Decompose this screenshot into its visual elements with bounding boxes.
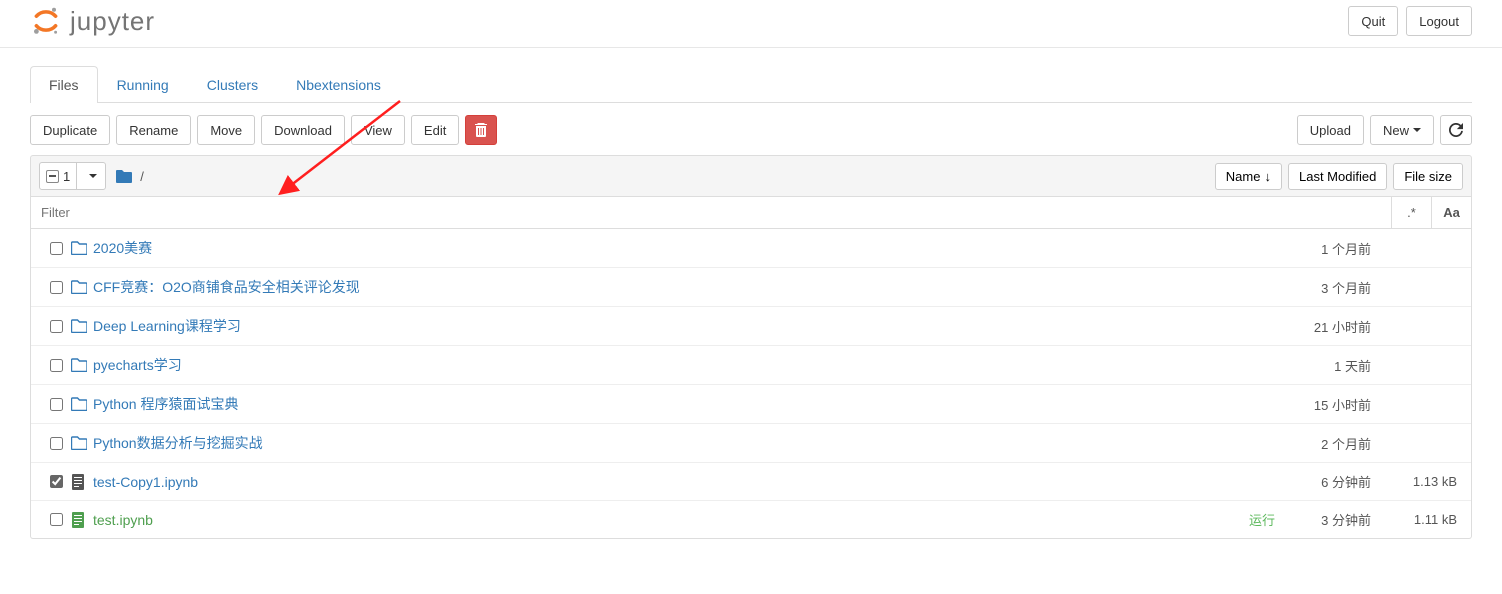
file-name-link[interactable]: Deep Learning课程学习	[93, 316, 1221, 336]
edit-button[interactable]: Edit	[411, 115, 459, 145]
file-checkbox[interactable]	[50, 475, 63, 488]
header-buttons: Quit Logout	[1348, 6, 1472, 36]
notebook-icon	[71, 512, 93, 528]
logout-button[interactable]: Logout	[1406, 6, 1472, 36]
file-checkbox[interactable]	[50, 242, 63, 255]
move-button[interactable]: Move	[197, 115, 255, 145]
file-row: test-Copy1.ipynb 6 分钟前1.13 kB	[31, 463, 1471, 501]
caret-down-icon	[1413, 128, 1421, 132]
caret-down-icon	[89, 174, 97, 178]
tabs-bar: FilesRunningClustersNbextensions	[30, 66, 1472, 103]
tab-clusters[interactable]: Clusters	[188, 66, 277, 103]
file-checkbox[interactable]	[50, 398, 63, 411]
file-modified: 3 分钟前	[1281, 510, 1371, 529]
refresh-icon	[1449, 123, 1463, 137]
case-toggle-button[interactable]: Aa	[1431, 197, 1471, 228]
folder-icon	[71, 319, 93, 333]
file-row: CFF竞赛：O2O商铺食品安全相关评论发现 3 个月前	[31, 268, 1471, 307]
tab-files[interactable]: Files	[30, 66, 98, 103]
file-name-link[interactable]: Python 程序猿面试宝典	[93, 394, 1221, 414]
file-modified: 1 天前	[1281, 356, 1371, 375]
folder-icon	[71, 358, 93, 372]
file-modified: 21 小时前	[1281, 317, 1371, 336]
file-name-link[interactable]: pyecharts学习	[93, 355, 1221, 375]
file-row: pyecharts学习 1 天前	[31, 346, 1471, 385]
new-dropdown-button[interactable]: New	[1370, 115, 1434, 145]
file-size: 1.13 kB	[1371, 474, 1461, 489]
breadcrumb-separator: /	[140, 169, 144, 184]
regex-toggle-button[interactable]: .*	[1391, 197, 1431, 228]
view-button[interactable]: View	[351, 115, 405, 145]
delete-button[interactable]	[465, 115, 497, 145]
new-label: New	[1383, 123, 1409, 138]
folder-icon	[71, 397, 93, 411]
file-checkbox[interactable]	[50, 437, 63, 450]
quit-button[interactable]: Quit	[1348, 6, 1398, 36]
folder-icon	[71, 280, 93, 294]
tab-nbextensions[interactable]: Nbextensions	[277, 66, 400, 103]
indeterminate-checkbox-icon	[46, 170, 59, 183]
breadcrumb[interactable]: /	[116, 169, 146, 184]
sort-down-icon: ↓	[1264, 169, 1271, 184]
action-toolbar: Duplicate Rename Move Download View Edit…	[30, 115, 1472, 145]
file-row: test.ipynb运行3 分钟前1.11 kB	[31, 501, 1471, 538]
trash-icon	[475, 123, 487, 137]
file-modified: 2 个月前	[1281, 434, 1371, 453]
file-modified: 3 个月前	[1281, 278, 1371, 297]
jupyter-brand-text: jupyter	[70, 6, 155, 37]
filter-row: .* Aa	[30, 197, 1472, 229]
file-row: Python 程序猿面试宝典 15 小时前	[31, 385, 1471, 424]
refresh-button[interactable]	[1440, 115, 1472, 145]
file-modified: 6 分钟前	[1281, 472, 1371, 491]
file-modified: 1 个月前	[1281, 239, 1371, 258]
file-row: Deep Learning课程学习 21 小时前	[31, 307, 1471, 346]
download-button[interactable]: Download	[261, 115, 345, 145]
file-name-link[interactable]: CFF竞赛：O2O商铺食品安全相关评论发现	[93, 277, 1221, 297]
file-list: 2020美赛 1 个月前 CFF竞赛：O2O商铺食品安全相关评论发现 3 个月前 Dee…	[30, 229, 1472, 539]
file-name-link[interactable]: test.ipynb	[93, 512, 1221, 528]
file-row: 2020美赛 1 个月前	[31, 229, 1471, 268]
rename-button[interactable]: Rename	[116, 115, 191, 145]
file-size: 1.11 kB	[1371, 512, 1461, 527]
sort-name-button[interactable]: Name ↓	[1215, 163, 1282, 190]
select-all-dropdown[interactable]: 1	[39, 162, 106, 190]
header-bar: jupyter Quit Logout	[0, 0, 1502, 48]
file-name-link[interactable]: test-Copy1.ipynb	[93, 474, 1221, 490]
jupyter-logo[interactable]: jupyter	[30, 5, 155, 37]
list-header: 1 / Name ↓ Last Modified File size	[30, 155, 1472, 197]
file-checkbox[interactable]	[50, 359, 63, 372]
folder-home-icon	[116, 169, 132, 183]
file-name-link[interactable]: Python数据分析与挖掘实战	[93, 433, 1221, 453]
file-checkbox[interactable]	[50, 513, 63, 526]
jupyter-logo-icon	[30, 5, 62, 37]
duplicate-button[interactable]: Duplicate	[30, 115, 110, 145]
upload-button[interactable]: Upload	[1297, 115, 1364, 145]
file-row: Python数据分析与挖掘实战 2 个月前	[31, 424, 1471, 463]
file-status: 运行	[1221, 510, 1281, 529]
notebook-icon	[71, 474, 93, 490]
file-modified: 15 小时前	[1281, 395, 1371, 414]
sort-size-button[interactable]: File size	[1393, 163, 1463, 190]
selected-count: 1	[63, 169, 70, 184]
filter-input[interactable]	[31, 197, 1391, 228]
folder-icon	[71, 436, 93, 450]
file-name-link[interactable]: 2020美赛	[93, 238, 1221, 258]
file-checkbox[interactable]	[50, 281, 63, 294]
folder-icon	[71, 241, 93, 255]
tab-running[interactable]: Running	[98, 66, 188, 103]
file-checkbox[interactable]	[50, 320, 63, 333]
sort-modified-button[interactable]: Last Modified	[1288, 163, 1387, 190]
sort-name-label: Name	[1226, 169, 1261, 184]
